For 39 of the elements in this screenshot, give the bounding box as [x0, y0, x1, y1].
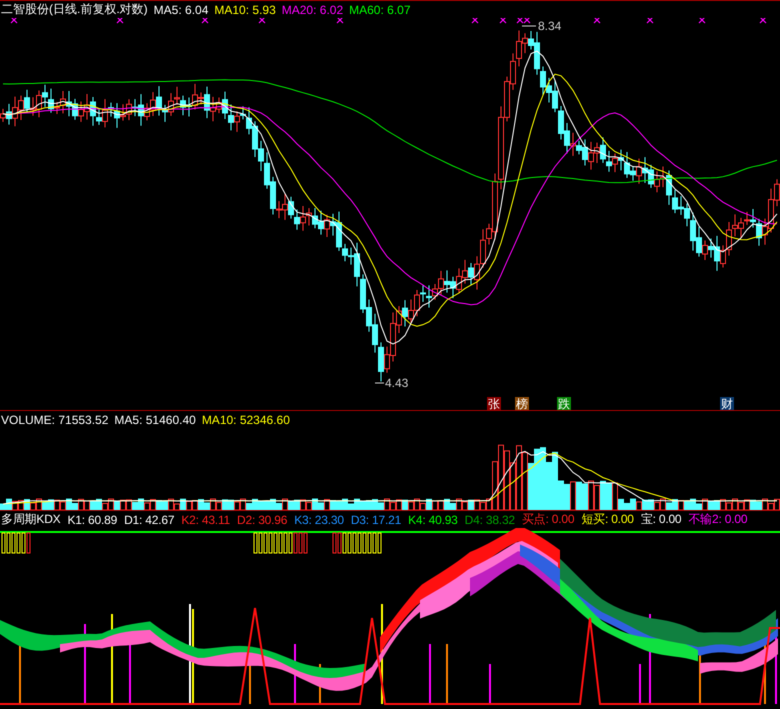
chart-title: 二智股份(日线.前复权.对数)	[1, 1, 148, 18]
indicator-value: D1: 42.67	[124, 512, 174, 526]
indicator-value: K2: 43.11	[181, 512, 230, 526]
indicator-value: 不输2: 0.00	[688, 511, 748, 528]
cross-marker-icon	[594, 18, 600, 24]
indicator-value: MA10: 52346.60	[202, 412, 290, 426]
indicator-value: D4: 38.32	[464, 512, 515, 526]
indicator-value: D2: 30.96	[237, 512, 288, 526]
cross-marker-icon	[646, 18, 654, 24]
cross-marker-icon	[116, 18, 124, 24]
leader-line	[374, 382, 384, 384]
cross-marker-icon	[500, 18, 506, 24]
indicator-value: 买点: 0.00	[522, 511, 574, 528]
indicator-value: VOLUME: 71553.52	[1, 412, 108, 426]
event-tag: 跌	[557, 397, 571, 410]
indicator-value: K3: 23.30	[294, 512, 344, 526]
indicator-value: MA5: 51460.40	[114, 412, 196, 426]
indicator-value: MA10: 5.93	[214, 2, 276, 16]
chart-title: 多周期KDX	[1, 511, 60, 528]
cross-marker-icon	[258, 18, 266, 24]
event-tag: 榜	[515, 397, 529, 410]
price-label: 8.34	[538, 19, 562, 33]
indicator-value: K4: 40.93	[408, 512, 458, 526]
indicator-value: MA60: 6.07	[349, 2, 410, 16]
cross-marker-icon	[760, 18, 766, 24]
cross-marker-icon	[698, 18, 706, 24]
indicator-value: MA5: 6.04	[154, 2, 208, 16]
indicator-value: K1: 60.89	[67, 512, 118, 526]
event-tag: 张	[487, 397, 501, 410]
cross-marker-icon	[202, 18, 208, 24]
event-tag: 财	[720, 397, 734, 410]
cross-marker-icon	[336, 18, 344, 24]
indicator-value: D3: 17.21	[350, 512, 402, 526]
indicator-value: MA20: 6.02	[282, 2, 344, 16]
indicator-value: 宝: 0.00	[640, 511, 682, 528]
cross-marker-icon	[10, 18, 18, 24]
cross-marker-icon	[472, 18, 478, 24]
price-label: 4.43	[385, 376, 408, 390]
indicator-value: 短买: 0.00	[581, 511, 634, 528]
